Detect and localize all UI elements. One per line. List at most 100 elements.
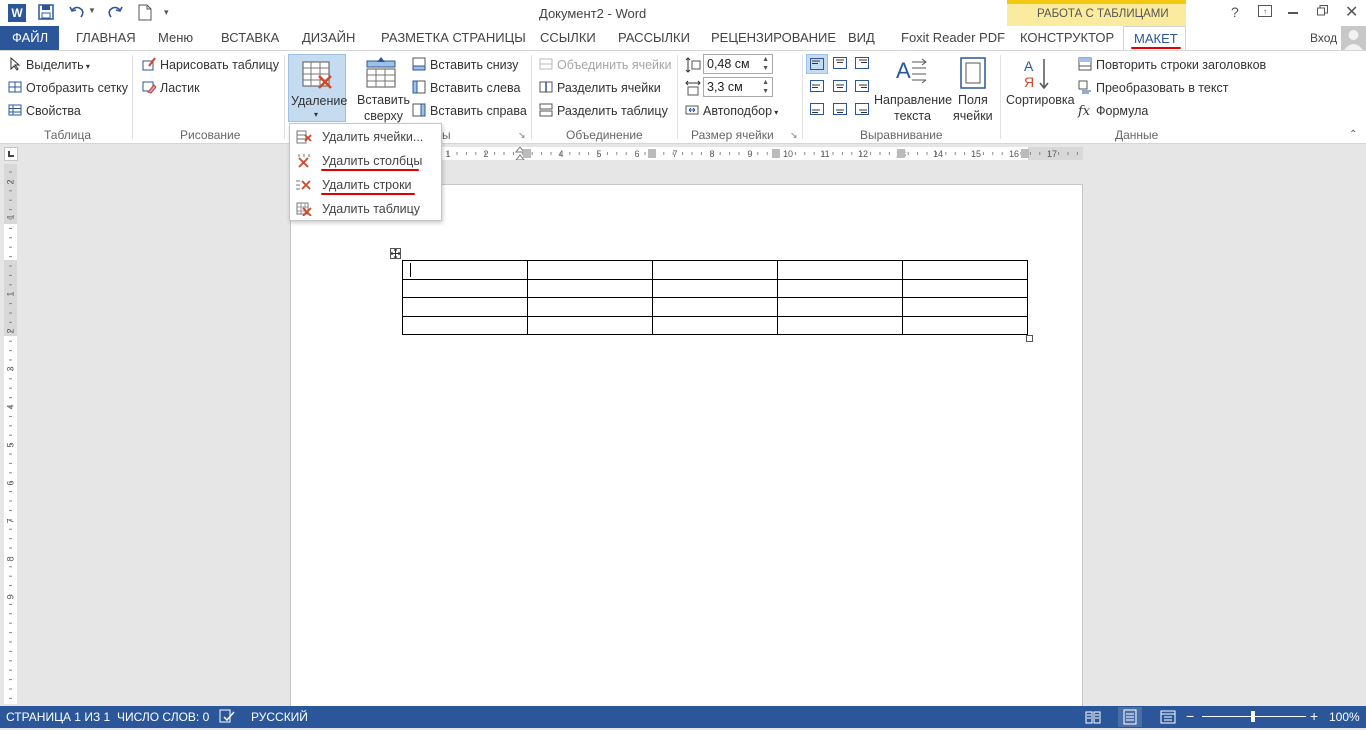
tab-references[interactable]: ССЫЛКИ <box>540 30 596 45</box>
spinner-icon[interactable]: ▲ ▼ <box>762 55 769 73</box>
word-logo-icon[interactable]: W <box>8 4 26 22</box>
align-bottom-right-button[interactable] <box>852 101 872 119</box>
table-resize-handle[interactable] <box>1026 335 1033 342</box>
tab-view[interactable]: ВИД <box>848 30 875 45</box>
menu-item-delete-table[interactable]: Удалить таблицу <box>290 197 441 221</box>
eraser-button[interactable]: Ластик <box>142 78 200 98</box>
table-move-handle-icon[interactable] <box>390 248 401 259</box>
table-cell[interactable] <box>652 297 778 317</box>
undo-icon[interactable] <box>68 3 86 21</box>
table-cell[interactable] <box>777 260 903 280</box>
dialog-launcher-icon[interactable]: ↘ <box>790 130 798 141</box>
table-cell[interactable] <box>527 297 653 317</box>
zoom-level[interactable]: 100% <box>1329 710 1360 724</box>
table-cell[interactable] <box>777 315 903 335</box>
tab-insert[interactable]: ВСТАВКА <box>221 30 279 45</box>
new-document-icon[interactable] <box>138 4 152 21</box>
align-top-left-button[interactable] <box>806 54 828 74</box>
text-direction-button[interactable]: A Направление текста <box>874 54 952 123</box>
proofing-icon[interactable] <box>219 709 235 724</box>
indent-marker[interactable] <box>515 154 525 160</box>
table-cell[interactable] <box>902 260 1028 280</box>
table-cell[interactable] <box>777 278 903 298</box>
table-cell[interactable] <box>527 315 653 335</box>
column-marker[interactable] <box>897 149 905 158</box>
insert-right-button[interactable]: Вставить справа <box>412 101 527 121</box>
table-cell[interactable] <box>402 297 528 317</box>
tab-page-layout[interactable]: РАЗМЕТКА СТРАНИЦЫ <box>381 30 526 45</box>
table-cell[interactable] <box>402 278 528 298</box>
merge-cells-button[interactable]: Объединить ячейки <box>539 55 672 75</box>
vertical-ruler[interactable]: 21123456789 <box>4 164 17 704</box>
repeat-header-rows-button[interactable]: Повторить строки заголовков <box>1078 55 1266 75</box>
column-marker[interactable] <box>1021 149 1029 158</box>
zoom-slider-thumb[interactable] <box>1251 711 1255 722</box>
customize-toolbar-icon[interactable]: ▾ <box>164 7 169 18</box>
tab-file[interactable]: ФАЙЛ <box>0 26 59 50</box>
table-cell[interactable] <box>652 278 778 298</box>
collapse-ribbon-icon[interactable]: ⌃ <box>1349 129 1357 140</box>
close-icon[interactable]: ✕ <box>1345 2 1358 22</box>
language-indicator[interactable]: РУССКИЙ <box>251 710 308 724</box>
tab-selector[interactable] <box>4 147 18 161</box>
menu-item-delete-cells[interactable]: Удалить ячейки... <box>290 125 441 149</box>
table-row[interactable] <box>402 297 1028 317</box>
autofit-button[interactable]: Автоподбор ▾ <box>685 101 778 121</box>
restore-icon[interactable] <box>1317 5 1328 16</box>
table-cell[interactable] <box>777 297 903 317</box>
dialog-launcher-icon[interactable]: ↘ <box>518 130 526 141</box>
split-cells-button[interactable]: Разделить ячейки <box>539 78 661 98</box>
document-table[interactable] <box>402 260 1028 335</box>
print-layout-icon[interactable] <box>1118 707 1142 727</box>
column-marker[interactable] <box>648 149 656 158</box>
table-cell[interactable] <box>402 260 528 280</box>
tab-table-design[interactable]: КОНСТРУКТОР <box>1020 30 1114 45</box>
align-bottom-center-button[interactable] <box>830 101 850 119</box>
table-cell[interactable] <box>902 278 1028 298</box>
zoom-in-button[interactable]: + <box>1310 708 1318 724</box>
tab-layout[interactable]: МАКЕТ <box>1123 26 1186 51</box>
sign-in-link[interactable]: Вход <box>1310 31 1337 45</box>
view-gridlines-button[interactable]: Отобразить сетку <box>8 78 128 98</box>
delete-button[interactable]: Удаление ▾ <box>288 54 347 122</box>
word-count[interactable]: ЧИСЛО СЛОВ: 0 <box>117 710 209 724</box>
menu-item-delete-rows[interactable]: Удалить строки <box>290 173 441 197</box>
redo-icon[interactable] <box>106 3 124 21</box>
formula-button[interactable]: fx Формула <box>1078 101 1148 121</box>
read-mode-icon[interactable] <box>1085 710 1101 724</box>
cell-margins-button[interactable]: Поля ячейки <box>952 54 996 123</box>
web-layout-icon[interactable] <box>1160 710 1176 724</box>
sort-button[interactable]: A Я Сортировка <box>1004 54 1075 122</box>
save-icon[interactable] <box>38 4 54 20</box>
tab-menu[interactable]: Меню <box>158 30 193 45</box>
tab-home[interactable]: ГЛАВНАЯ <box>76 30 136 45</box>
help-button[interactable]: ? <box>1231 4 1239 20</box>
table-row[interactable] <box>402 315 1028 335</box>
split-table-button[interactable]: Разделить таблицу <box>539 101 668 121</box>
tab-foxit[interactable]: Foxit Reader PDF <box>901 30 1005 45</box>
page-count[interactable]: СТРАНИЦА 1 ИЗ 1 <box>6 710 110 724</box>
table-cell[interactable] <box>652 315 778 335</box>
properties-button[interactable]: Свойства <box>8 101 81 121</box>
align-middle-left-button[interactable] <box>808 78 828 96</box>
tab-mailings[interactable]: РАССЫЛКИ <box>618 30 690 45</box>
align-bottom-left-button[interactable] <box>808 101 828 119</box>
user-avatar-icon[interactable] <box>1341 26 1366 50</box>
align-middle-right-button[interactable] <box>852 78 872 96</box>
tab-review[interactable]: РЕЦЕНЗИРОВАНИЕ <box>711 30 836 45</box>
tab-design[interactable]: ДИЗАЙН <box>302 30 355 45</box>
table-cell[interactable] <box>402 315 528 335</box>
insert-above-button[interactable]: Вставить сверху <box>354 54 410 123</box>
align-top-center-button[interactable] <box>830 55 850 73</box>
table-cell[interactable] <box>902 315 1028 335</box>
scrollbar[interactable] <box>1349 150 1366 706</box>
ribbon-display-options-icon[interactable]: ↑ <box>1258 5 1272 17</box>
column-width-input[interactable]: 3,3 см ▲ ▼ <box>703 77 773 97</box>
indent-marker[interactable] <box>514 147 526 153</box>
insert-left-button[interactable]: Вставить слева <box>412 78 520 98</box>
convert-to-text-button[interactable]: Преобразовать в текст <box>1078 78 1228 98</box>
table-cell[interactable] <box>652 260 778 280</box>
align-top-right-button[interactable] <box>852 55 872 73</box>
draw-table-button[interactable]: Нарисовать таблицу <box>142 55 279 75</box>
table-row[interactable] <box>402 260 1028 280</box>
